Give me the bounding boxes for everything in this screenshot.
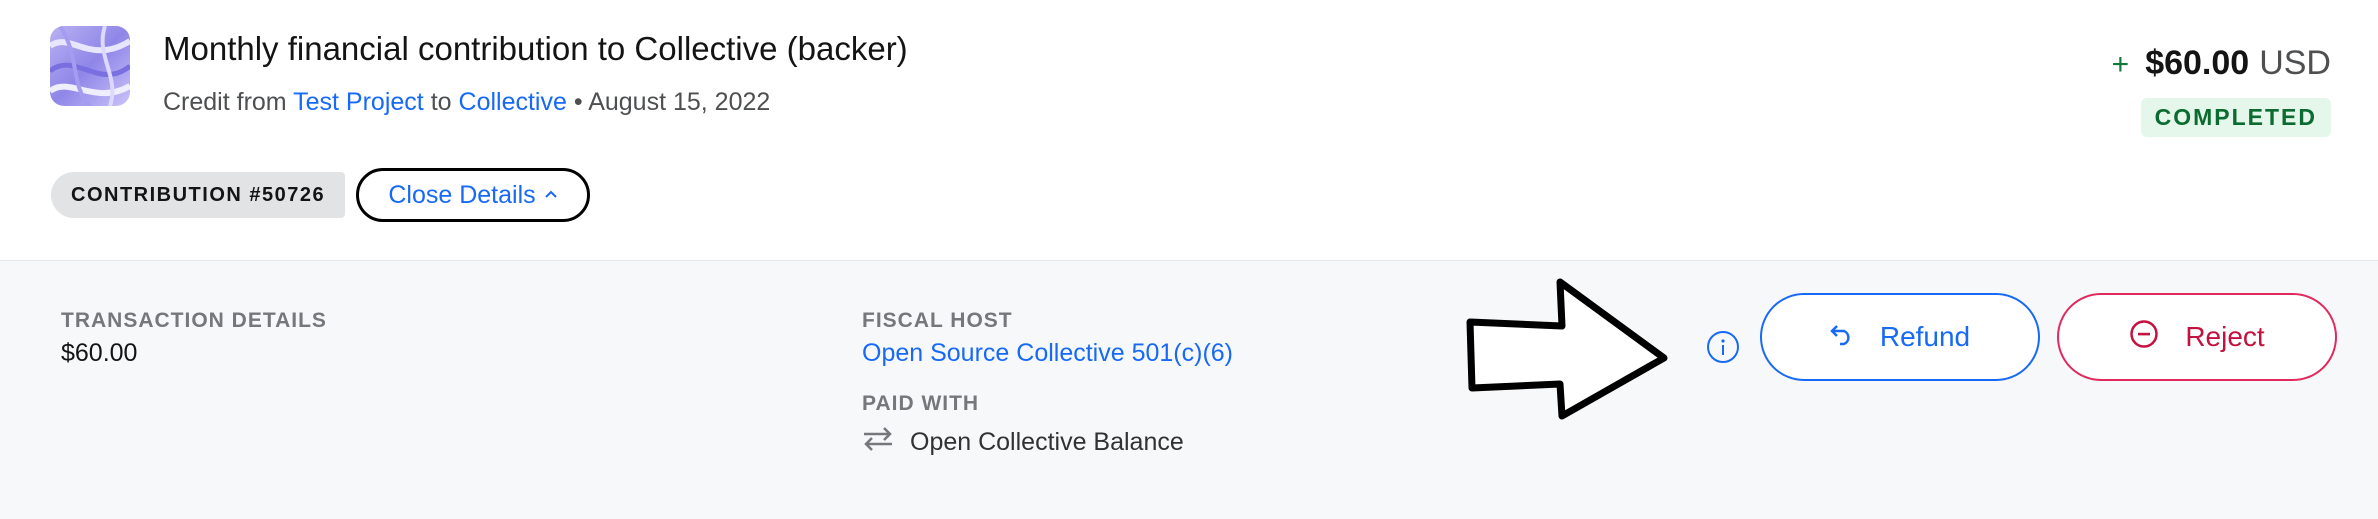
amount-sign: + — [2111, 48, 2130, 81]
transaction-amount: + $60.00 USD — [2112, 44, 2331, 83]
reject-button[interactable]: Reject — [2057, 293, 2337, 381]
paid-with-row: Open Collective Balance — [862, 426, 1233, 459]
transfer-icon — [862, 426, 894, 459]
credit-from-label: Credit from — [163, 88, 287, 116]
transaction-header: Monthly financial contribution to Collec… — [0, 0, 2378, 260]
fiscal-host-link[interactable]: Open Source Collective 501(c)(6) — [862, 339, 1233, 368]
minus-circle-icon — [2129, 319, 2159, 356]
reject-label: Reject — [2185, 321, 2265, 352]
transaction-title: Monthly financial contribution to Collec… — [163, 30, 908, 67]
transaction-details-value: $60.00 — [61, 339, 138, 367]
contribution-tag: CONTRIBUTION #50726 — [51, 172, 346, 218]
refund-button[interactable]: Refund — [1760, 293, 2040, 381]
refund-label: Refund — [1879, 321, 1971, 352]
arrow-right-icon — [1466, 272, 1670, 422]
transaction-details-section: TRANSACTION DETAILS $60.00 — [61, 309, 327, 368]
fiscal-host-label: FISCAL HOST — [862, 309, 1013, 332]
paid-with-value: Open Collective Balance — [910, 428, 1184, 456]
to-label: to — [430, 88, 452, 116]
chevron-up-icon — [544, 186, 558, 204]
collective-avatar[interactable] — [50, 26, 130, 106]
info-icon[interactable] — [1706, 330, 1740, 364]
fiscal-host-section: FISCAL HOST Open Source Collective 501(c… — [862, 309, 1233, 459]
transaction-details-label: TRANSACTION DETAILS — [61, 309, 327, 332]
amount-currency: USD — [2259, 44, 2331, 82]
from-account-link[interactable]: Test Project — [293, 88, 424, 116]
to-account-link[interactable]: Collective — [459, 88, 567, 116]
undo-icon — [1830, 321, 1854, 353]
amount-value: $60.00 — [2145, 44, 2250, 82]
paid-with-label: PAID WITH — [862, 392, 980, 415]
status-badge: COMPLETED — [2140, 98, 2331, 137]
separator: • — [573, 88, 583, 116]
close-details-label: Close Details — [388, 180, 536, 209]
transaction-subtitle: Credit from Test Project to Collective •… — [163, 88, 770, 117]
close-details-button[interactable]: Close Details — [356, 168, 590, 222]
transaction-details-panel: TRANSACTION DETAILS $60.00 FISCAL HOST O… — [0, 260, 2378, 519]
transaction-date: August 15, 2022 — [588, 88, 771, 116]
